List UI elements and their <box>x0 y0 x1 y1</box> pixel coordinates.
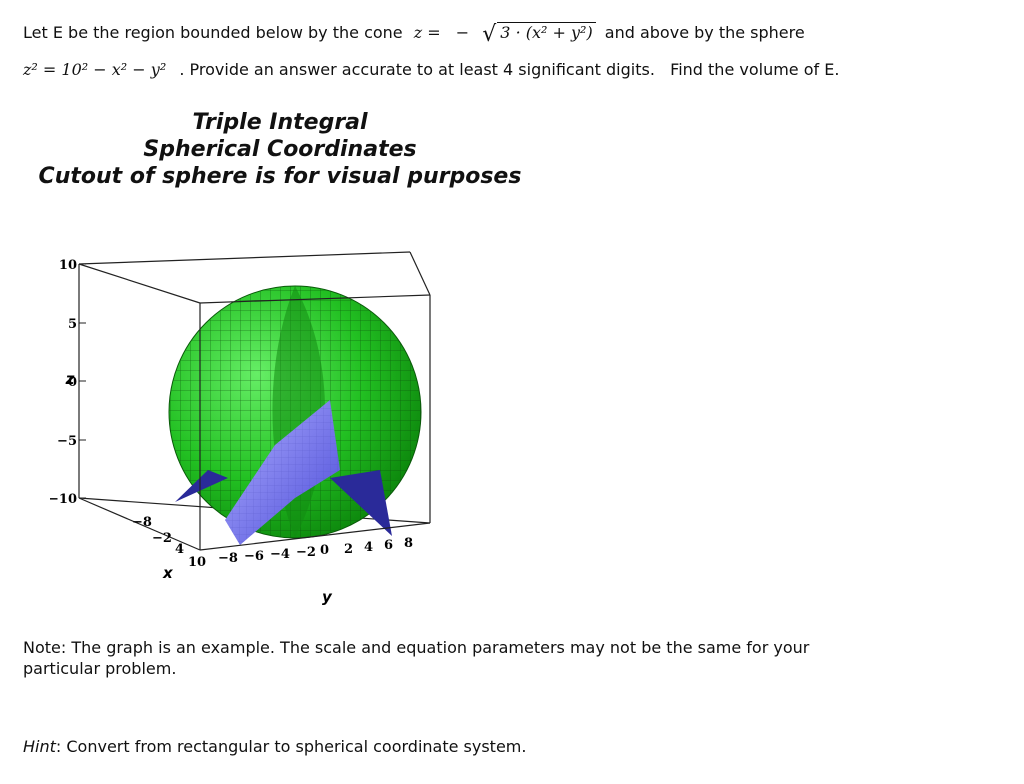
y-axis-label: y <box>322 588 333 606</box>
z-tick-label: 10 <box>59 258 77 273</box>
problem-line1-suffix: and above by the sphere <box>604 23 805 42</box>
z-tick-label: −10 <box>50 492 77 507</box>
problem-line-1: Let E be the region bounded below by the… <box>23 22 805 47</box>
cone-sign: − <box>455 23 470 42</box>
x-axis-label: x <box>162 564 174 582</box>
y-tick-label: 0 <box>320 543 329 558</box>
x-tick-label: −8 <box>132 515 152 530</box>
z-tick-label: −5 <box>57 434 77 449</box>
problem-line-2: z² = 10² − x² − y² . Provide an answer a… <box>23 60 839 79</box>
z-axis-ticks <box>79 263 86 499</box>
y-tick-label: 8 <box>404 536 413 551</box>
y-tick-label: 2 <box>344 542 353 557</box>
y-tick-label: −6 <box>244 549 264 564</box>
hint-text: : Convert from rectangular to spherical … <box>55 737 527 756</box>
hint-line: Hint: Convert from rectangular to spheri… <box>23 736 883 757</box>
problem-line2-suffix: . Provide an answer accurate to at least… <box>179 60 840 79</box>
sphere-equation: z² = 10² − x² − y² <box>23 60 167 79</box>
z-axis-label: z <box>65 370 75 388</box>
z-tick-label: 5 <box>68 317 77 332</box>
x-tick-label: −2 <box>152 531 172 546</box>
problem-intro: Let E be the region bounded below by the… <box>23 23 403 42</box>
figure-title-3: Cutout of sphere is for visual purposes <box>38 164 522 189</box>
sqrt-icon: √ <box>482 22 497 47</box>
x-tick-label: 10 <box>188 555 206 570</box>
y-tick-label: −2 <box>296 545 316 560</box>
y-tick-label: −4 <box>270 547 290 562</box>
x-tick-label: 4 <box>175 542 184 557</box>
cone-radicand: 3 · (x² + y²) <box>497 22 596 42</box>
figure-title-2: Spherical Coordinates <box>143 137 417 162</box>
cone-lhs: z = <box>413 23 441 42</box>
note-text: Note: The graph is an example. The scale… <box>23 638 810 678</box>
sphere-cone-plot: 10 5 0 −5 −10 z −8 −2 4 10 x −8 −6 −4 −2… <box>50 251 431 606</box>
sphere-surface <box>168 285 422 539</box>
figure-title-1: Triple Integral <box>192 110 368 135</box>
hint-label: Hint <box>23 737 56 756</box>
y-tick-label: 6 <box>384 538 393 553</box>
y-tick-label: −8 <box>218 551 238 566</box>
y-tick-label: 4 <box>364 540 373 555</box>
